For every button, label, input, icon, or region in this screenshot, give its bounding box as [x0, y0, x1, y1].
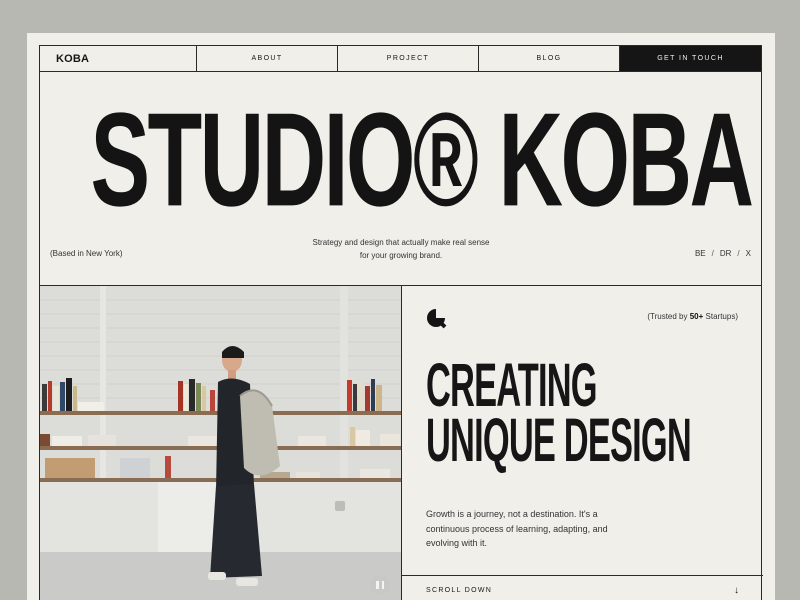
pause-button[interactable]: [370, 575, 390, 595]
logo[interactable]: KOBA: [40, 46, 197, 71]
hero-title: STUDIO® KOBA: [90, 86, 754, 235]
feature-headline: CREATING UNIQUE DESIGN: [426, 350, 692, 474]
pause-icon: [381, 581, 384, 589]
nav-about[interactable]: ABOUT: [197, 46, 338, 71]
arrow-down-icon: ↓: [734, 585, 739, 596]
scroll-down-label: SCROLL DOWN: [426, 587, 493, 594]
social-links: BE / DR / X: [695, 249, 751, 258]
tagline-line-2: for your growing brand.: [359, 250, 443, 260]
page: KOBA ABOUT PROJECT BLOG GET IN TOUCH STU…: [27, 33, 775, 600]
nav-blog[interactable]: BLOG: [479, 46, 620, 71]
social-dribbble[interactable]: DR: [720, 249, 732, 258]
studio-photo-illustration: [40, 286, 401, 600]
trusted-suffix: Startups): [703, 312, 738, 321]
scroll-down-button[interactable]: SCROLL DOWN ↓: [402, 575, 763, 600]
top-nav: KOBA ABOUT PROJECT BLOG GET IN TOUCH: [40, 46, 761, 72]
feature-section: (Trusted by 50+ Startups) CREATING UNIQU…: [40, 285, 763, 600]
social-separator: /: [737, 249, 740, 258]
brand-mark-icon: [427, 309, 447, 329]
location-label: (Based in New York): [50, 249, 123, 258]
trusted-count: 50+: [689, 312, 704, 321]
get-in-touch-button[interactable]: GET IN TOUCH: [620, 46, 761, 71]
tagline-line-1: Strategy and design that actually make r…: [312, 238, 490, 247]
social-x[interactable]: X: [746, 249, 751, 258]
social-separator: /: [711, 249, 714, 258]
pause-icon: [376, 581, 379, 589]
headline-line-2: UNIQUE DESIGN: [426, 405, 692, 474]
site-frame: KOBA ABOUT PROJECT BLOG GET IN TOUCH STU…: [39, 45, 763, 600]
tagline: Strategy and design that actually make r…: [295, 237, 507, 262]
trusted-badge: (Trusted by 50+ Startups): [647, 312, 738, 321]
headline-line-1: CREATING: [426, 350, 598, 419]
trusted-prefix: (Trusted by: [647, 312, 690, 321]
studio-photo: [40, 286, 402, 600]
social-behance[interactable]: BE: [695, 249, 706, 258]
nav-project[interactable]: PROJECT: [338, 46, 479, 71]
feature-description: Growth is a journey, not a destination. …: [426, 509, 608, 548]
feature-panel: (Trusted by 50+ Startups) CREATING UNIQU…: [402, 286, 763, 600]
